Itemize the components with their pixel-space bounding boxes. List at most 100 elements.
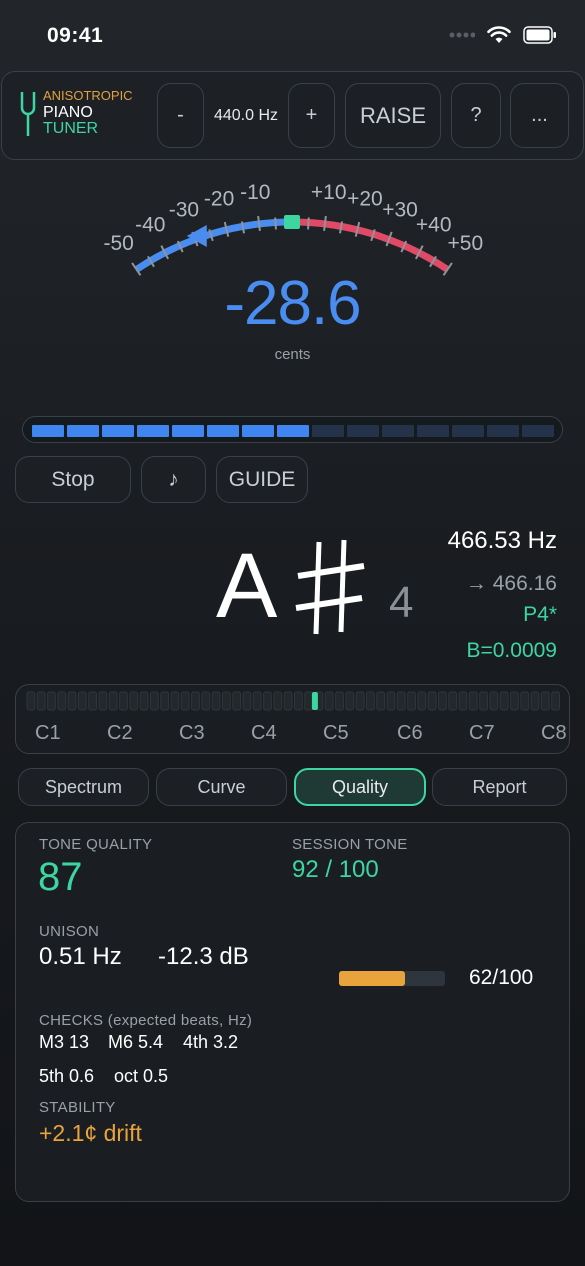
keyboard-key <box>510 691 519 711</box>
gauge-tick-label: -50 <box>103 232 133 255</box>
stability-value: +2.1¢ drift <box>39 1120 142 1146</box>
keyboard-key <box>77 691 87 711</box>
keyboard-label-c8: C8 <box>541 722 567 744</box>
keyboard-label-c7: C7 <box>469 722 495 744</box>
keyboard-label-c5: C5 <box>323 722 349 744</box>
keyboard-key <box>139 691 149 711</box>
keyboard-key <box>108 691 118 711</box>
keyboard-position-marker <box>311 692 318 710</box>
keyboard-key <box>180 691 190 711</box>
keyboard-key <box>294 691 303 711</box>
gauge-tick-label: -10 <box>240 181 270 204</box>
level-segment <box>312 425 344 437</box>
unison-score-fill <box>339 971 405 986</box>
level-segment <box>207 425 239 437</box>
gauge-tick-label: +40 <box>416 213 452 236</box>
level-segment <box>382 425 414 437</box>
keyboard-key <box>458 691 468 711</box>
check-fifth: 5th 0.6 <box>39 1066 95 1086</box>
level-segment <box>137 425 169 437</box>
level-segment <box>67 425 99 437</box>
keyboard-label-c4: C4 <box>251 722 277 744</box>
keyboard-key <box>335 691 344 711</box>
brand-line-2: PIANO <box>43 104 93 121</box>
keyboard-key <box>396 691 406 711</box>
keyboard-key <box>499 691 509 711</box>
unison-level: -12.3 dB <box>158 943 249 970</box>
keyboard-key <box>540 691 550 711</box>
gauge-tick <box>323 215 327 232</box>
signal-dots-icon <box>449 32 475 38</box>
keyboard-key <box>57 691 67 711</box>
gauge-tick-label: -40 <box>135 213 165 236</box>
tab-curve[interactable]: Curve <box>156 768 287 806</box>
keyboard-key <box>345 691 355 711</box>
keyboard-key <box>324 691 334 711</box>
keyboard-key <box>36 691 46 711</box>
level-segment <box>452 425 484 437</box>
level-segment <box>487 425 519 437</box>
level-segment <box>417 425 449 437</box>
brand-line-3: TUNER <box>43 120 99 137</box>
keyboard-key <box>355 691 365 711</box>
raise-button[interactable]: RAISE <box>345 83 441 148</box>
stability-label: STABILITY <box>39 1099 116 1116</box>
keyboard-key <box>160 691 170 711</box>
cents-deviation-value: -28.6 <box>224 269 361 338</box>
keyboard-key <box>232 691 242 711</box>
level-segment <box>102 425 134 437</box>
keyboard-key <box>448 691 458 711</box>
keyboard-key <box>47 691 56 711</box>
keyboard-key <box>149 691 159 711</box>
keyboard-key <box>119 691 128 711</box>
brand-line-1: ANISOTROPIC <box>43 88 133 103</box>
guide-button[interactable]: GUIDE <box>216 456 308 503</box>
keyboard-key <box>67 691 77 711</box>
stop-button[interactable]: Stop <box>15 456 131 503</box>
keyboard-key <box>221 691 231 711</box>
keyboard-key <box>520 691 530 711</box>
tab-report[interactable]: Report <box>432 768 567 806</box>
level-segment <box>277 425 309 437</box>
tuning-fork-icon <box>20 92 36 136</box>
sharp-icon <box>295 539 365 635</box>
session-tone-label: SESSION TONE <box>292 836 408 853</box>
more-button[interactable]: ... <box>510 83 569 148</box>
tab-quality[interactable]: Quality <box>294 768 426 806</box>
frequency-decrease-button[interactable]: - <box>157 83 204 148</box>
keyboard-key <box>468 691 478 711</box>
gauge-tick-label: +20 <box>347 188 383 211</box>
level-segment <box>172 425 204 437</box>
keyboard-key <box>170 691 180 711</box>
check-m6: M6 5.4 <box>108 1032 164 1052</box>
note-button[interactable]: ♪ <box>141 456 206 503</box>
gauge-tick-label: +10 <box>311 181 347 204</box>
gauge-tick <box>257 215 261 232</box>
keyboard-key <box>283 691 293 711</box>
check-m3: M3 13 <box>39 1032 90 1052</box>
tab-spectrum[interactable]: Spectrum <box>18 768 149 806</box>
help-button[interactable]: ? <box>451 83 501 148</box>
level-segment <box>32 425 64 437</box>
keyboard-key <box>252 691 262 711</box>
keyboard-key <box>530 691 540 711</box>
keyboard-key <box>129 691 139 711</box>
keyboard-key <box>191 691 200 711</box>
level-segment <box>242 425 274 437</box>
unison-beat-frequency: 0.51 Hz <box>39 943 122 970</box>
frequency-increase-button[interactable]: + <box>288 83 335 148</box>
gauge-tick-label: +50 <box>448 232 484 255</box>
keyboard-key <box>551 691 561 711</box>
gauge-center-marker <box>284 215 300 229</box>
session-tone-value: 92 / 100 <box>292 856 379 883</box>
keyboard-key <box>211 691 221 711</box>
interval-label: P4* <box>523 603 557 626</box>
reference-frequency: 440.0 Hz <box>213 106 279 124</box>
checks-label: CHECKS (expected beats, Hz) <box>39 1012 253 1029</box>
keyboard-key <box>479 691 488 711</box>
unison-score: 62/100 <box>469 966 534 989</box>
keyboard-key <box>376 691 386 711</box>
keyboard-key <box>263 691 272 711</box>
battery-icon <box>523 26 556 44</box>
keyboard-key <box>88 691 98 711</box>
